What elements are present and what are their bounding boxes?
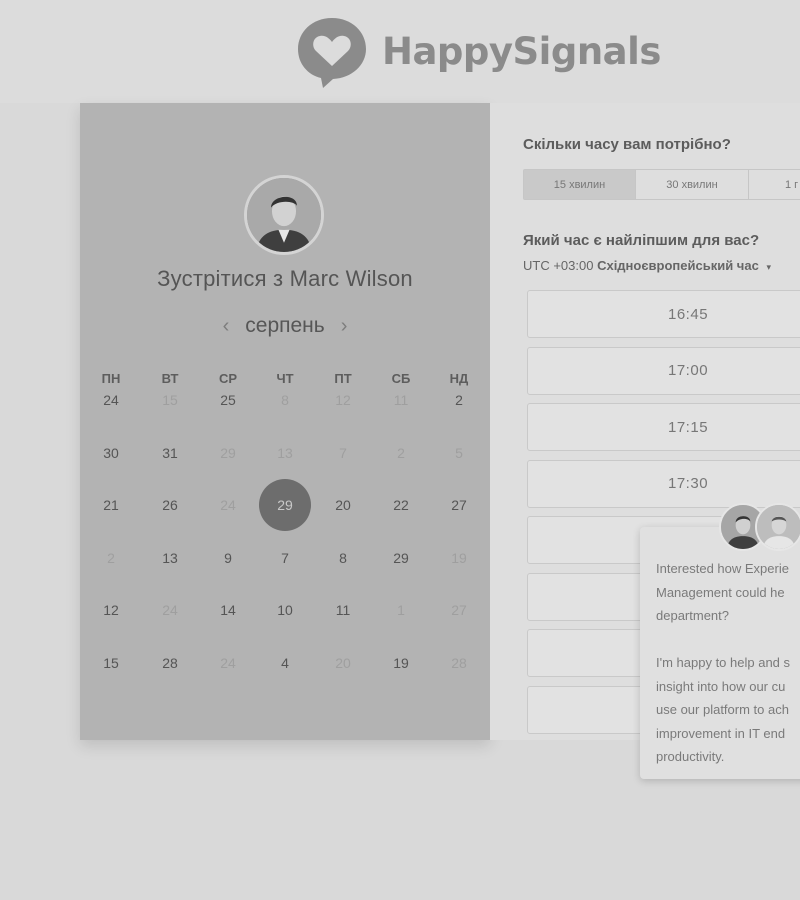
time-slot-button[interactable]: 17:30	[527, 459, 800, 508]
meeting-title: Зустрітися з Marc Wilson	[157, 266, 413, 291]
duration-tab-15[interactable]: 15 хвилин	[524, 170, 636, 199]
calendar-day[interactable]: 30	[85, 427, 137, 479]
chevron-right-icon[interactable]: ›	[341, 316, 348, 336]
time-question: Який час є найліпшим для вас?	[523, 232, 760, 249]
chat-text-line: improvement in IT end	[656, 725, 786, 741]
calendar-day: 19	[451, 550, 467, 566]
calendar-day[interactable]: 26	[144, 479, 196, 531]
person-photo	[247, 178, 321, 252]
chat-text-line: productivity.	[656, 749, 725, 764]
calendar-day[interactable]: 20	[317, 479, 369, 531]
calendar-day[interactable]: 27	[433, 479, 485, 531]
calendar-day: 15	[162, 392, 178, 408]
calendar-day: 28	[451, 655, 467, 671]
logo[interactable]: HappySignals	[294, 14, 661, 90]
calendar-day: 24	[162, 602, 178, 618]
calendar-day: 8	[281, 392, 289, 408]
calendar-day[interactable]: 24	[85, 374, 137, 426]
calendar-day[interactable]: 4	[259, 637, 311, 689]
chat-message-2: I'm happy to help and s insight into how …	[656, 651, 800, 769]
chat-text-line: Management could he	[656, 584, 785, 600]
calendar-day: 24	[220, 497, 236, 513]
timezone-offset: UTC +03:00	[523, 258, 594, 273]
calendar-day: 24	[220, 655, 236, 671]
calendar-day[interactable]: 13	[144, 532, 196, 584]
header: HappySignals	[0, 0, 800, 103]
calendar-day[interactable]: 9	[202, 532, 254, 584]
chat-text-line: department?	[656, 608, 729, 623]
duration-question: Скільки часу вам потрібно?	[523, 136, 731, 153]
chat-text-line: use our platform to ach	[656, 702, 789, 717]
host-avatar	[244, 175, 324, 255]
calendar-day: 5	[455, 445, 463, 461]
calendar-day: 13	[277, 445, 293, 461]
calendar-day[interactable]: 22	[375, 479, 427, 531]
calendar-day: 7	[339, 445, 347, 461]
calendar-day[interactable]: 2	[433, 374, 485, 426]
time-slot-button[interactable]: 17:00	[527, 346, 800, 395]
brand-name: HappySignals	[382, 29, 661, 73]
chat-avatars[interactable]	[719, 503, 800, 551]
time-slot-button[interactable]: 16:45	[527, 290, 800, 338]
calendar-day: 11	[393, 392, 409, 408]
calendar-day[interactable]: 10	[259, 584, 311, 636]
calendar-day-selected[interactable]: 29	[259, 479, 311, 531]
calendar-day: 20	[335, 655, 351, 671]
calendar-day: 1	[397, 602, 405, 618]
calendar-day[interactable]: 12	[85, 584, 137, 636]
timezone-selector[interactable]: UTC +03:00 Східноєвропейський час ▾	[523, 258, 771, 273]
calendar-panel: Зустрітися з Marc Wilson ‹ серпень › ПН В…	[80, 103, 490, 740]
calendar-day: 29	[220, 445, 236, 461]
calendar-day[interactable]: 31	[144, 427, 196, 479]
chevron-down-icon: ▾	[766, 262, 771, 272]
chat-text-line: insight into how our cu	[656, 678, 786, 694]
duration-tab-60[interactable]: 1 г	[749, 170, 800, 199]
heart-chat-icon	[298, 18, 366, 88]
chat-agent-avatar	[755, 503, 800, 551]
calendar-day[interactable]: 14	[202, 584, 254, 636]
chat-message-1: Interested how Experie Management could h…	[656, 557, 800, 628]
calendar-day: 2	[397, 445, 405, 461]
month-nav: ‹ серпень ›	[80, 311, 490, 341]
calendar-day[interactable]: 29	[375, 532, 427, 584]
calendar-day: 27	[451, 602, 467, 618]
calendar-day[interactable]: 7	[259, 532, 311, 584]
month-label: серпень	[245, 314, 325, 337]
time-slot-button[interactable]: 17:15	[527, 403, 800, 451]
calendar-day[interactable]: 28	[144, 637, 196, 689]
timezone-name: Східноєвропейський час	[597, 258, 759, 273]
chevron-left-icon[interactable]: ‹	[223, 316, 230, 336]
calendar-day[interactable]: 8	[317, 532, 369, 584]
person-photo	[757, 505, 800, 549]
duration-tab-30[interactable]: 30 хвилин	[636, 170, 749, 199]
chat-bubble[interactable]: Interested how Experie Management could h…	[640, 527, 800, 779]
calendar-day[interactable]: 11	[317, 584, 369, 636]
calendar-day[interactable]: 21	[85, 479, 137, 531]
calendar-day[interactable]: 15	[85, 637, 137, 689]
chat-gap	[656, 628, 800, 652]
duration-tabs: 15 хвилин 30 хвилин 1 г	[523, 169, 800, 200]
calendar-day: 12	[335, 392, 351, 408]
calendar-day[interactable]: 19	[375, 637, 427, 689]
chat-text-line: I'm happy to help and s	[656, 655, 791, 670]
chat-text-line: Interested how Experie	[656, 561, 789, 576]
calendar-day: 2	[107, 550, 115, 566]
calendar-day[interactable]: 25	[202, 374, 254, 426]
